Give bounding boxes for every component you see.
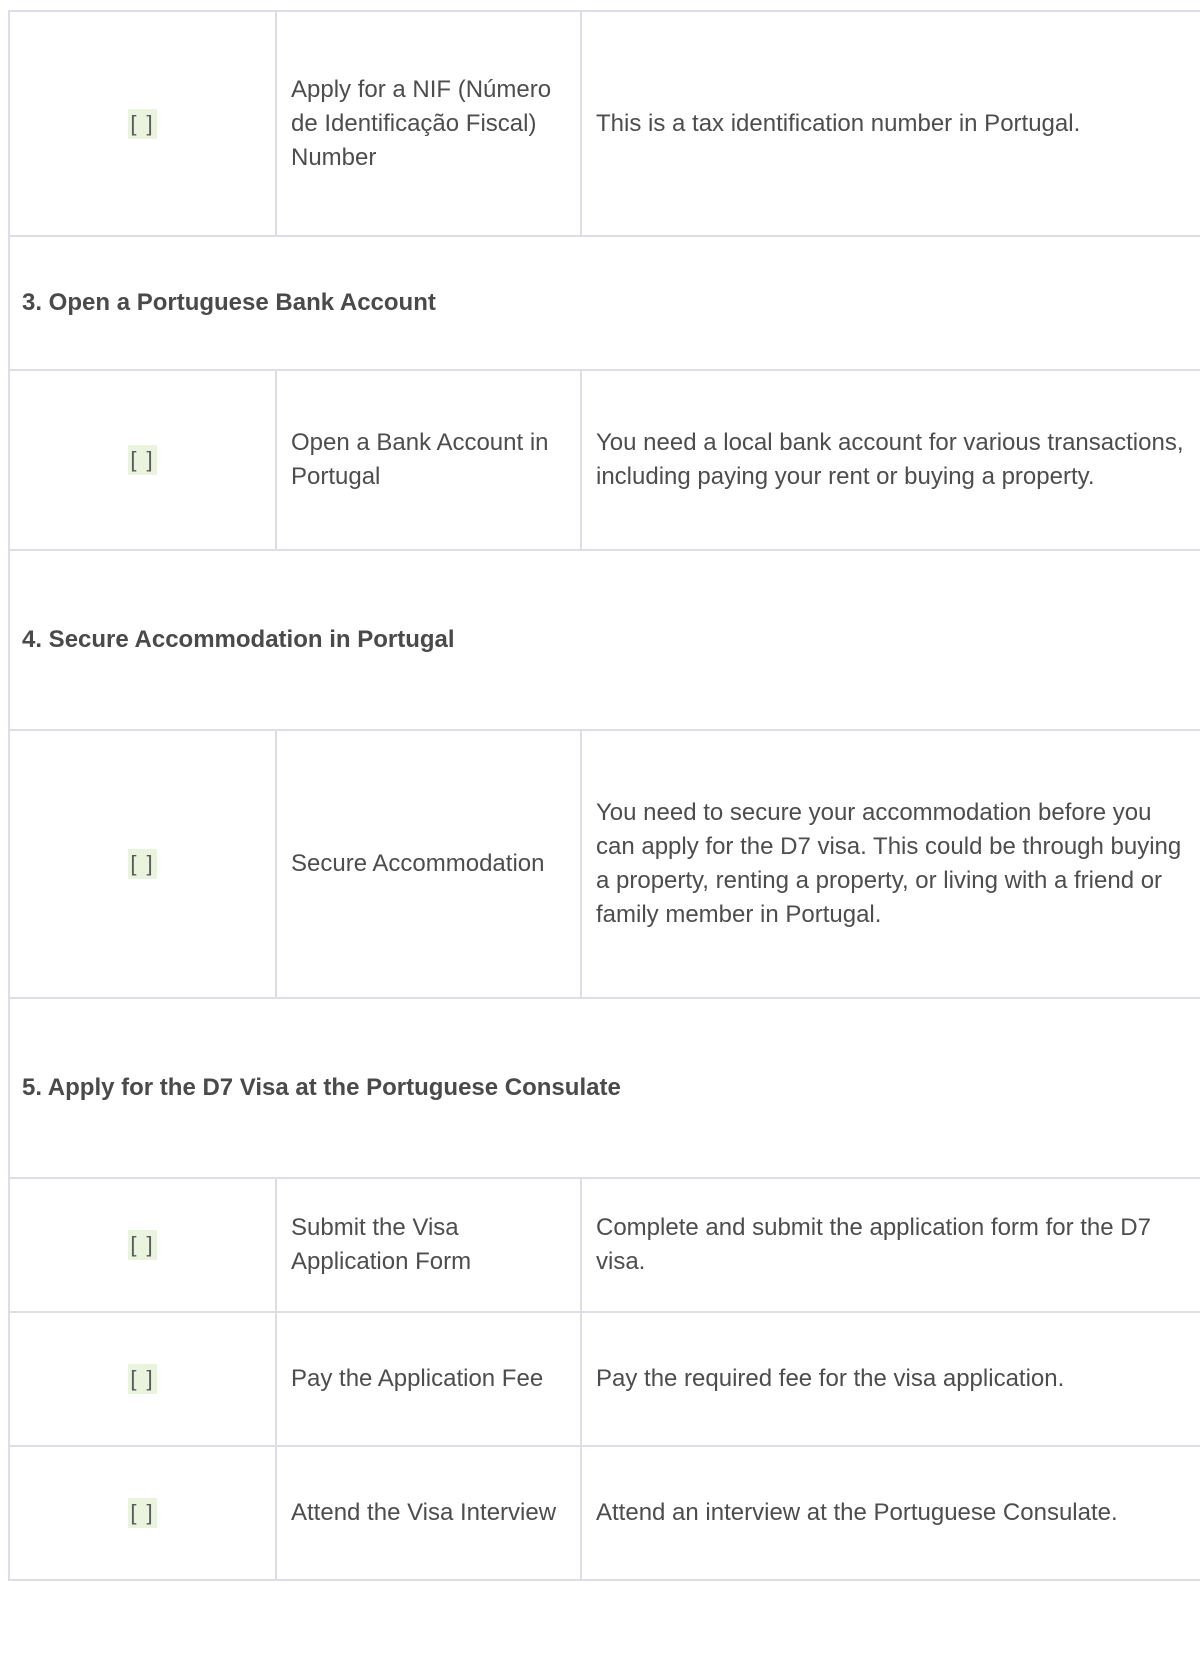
checkbox-cell[interactable]: [ ] <box>8 10 277 237</box>
section-row: 3. Open a Portuguese Bank Account <box>8 235 1200 371</box>
checkbox-marker[interactable]: [ ] <box>128 1498 157 1528</box>
checklist-table: [ ] Apply for a NIF (Número de Identific… <box>8 10 1200 1581</box>
checkbox-marker[interactable]: [ ] <box>128 1364 157 1394</box>
description-cell: Pay the required fee for the visa applic… <box>580 1311 1200 1447</box>
table-row: [ ] Pay the Application Fee Pay the requ… <box>8 1311 1200 1447</box>
table-row: [ ] Submit the Visa Application Form Com… <box>8 1177 1200 1313</box>
description-cell: Attend an interview at the Portuguese Co… <box>580 1445 1200 1581</box>
table-row: [ ] Secure Accommodation You need to sec… <box>8 729 1200 999</box>
checkbox-marker[interactable]: [ ] <box>128 445 157 475</box>
checkbox-cell[interactable]: [ ] <box>8 729 277 999</box>
description-cell: You need a local bank account for variou… <box>580 369 1200 551</box>
section-row: 5. Apply for the D7 Visa at the Portugue… <box>8 997 1200 1179</box>
checkbox-cell[interactable]: [ ] <box>8 1311 277 1447</box>
checkbox-marker[interactable]: [ ] <box>128 1230 157 1260</box>
section-row: 4. Secure Accommodation in Portugal <box>8 549 1200 731</box>
checkbox-cell[interactable]: [ ] <box>8 1445 277 1581</box>
description-cell: You need to secure your accommodation be… <box>580 729 1200 999</box>
description-cell: This is a tax identification number in P… <box>580 10 1200 237</box>
section-heading: 5. Apply for the D7 Visa at the Portugue… <box>8 997 1200 1179</box>
table-row: [ ] Attend the Visa Interview Attend an … <box>8 1445 1200 1581</box>
section-heading: 4. Secure Accommodation in Portugal <box>8 549 1200 731</box>
checkbox-marker[interactable]: [ ] <box>128 849 157 879</box>
section-heading: 3. Open a Portuguese Bank Account <box>8 235 1200 371</box>
table-row: [ ] Apply for a NIF (Número de Identific… <box>8 10 1200 237</box>
task-cell: Secure Accommodation <box>275 729 582 999</box>
table-row: [ ] Open a Bank Account in Portugal You … <box>8 369 1200 551</box>
checkbox-cell[interactable]: [ ] <box>8 369 277 551</box>
task-cell: Pay the Application Fee <box>275 1311 582 1447</box>
task-cell: Open a Bank Account in Portugal <box>275 369 582 551</box>
task-cell: Attend the Visa Interview <box>275 1445 582 1581</box>
task-cell: Submit the Visa Application Form <box>275 1177 582 1313</box>
task-cell: Apply for a NIF (Número de Identificação… <box>275 10 582 237</box>
checkbox-marker[interactable]: [ ] <box>128 108 157 139</box>
description-cell: Complete and submit the application form… <box>580 1177 1200 1313</box>
checkbox-cell[interactable]: [ ] <box>8 1177 277 1313</box>
